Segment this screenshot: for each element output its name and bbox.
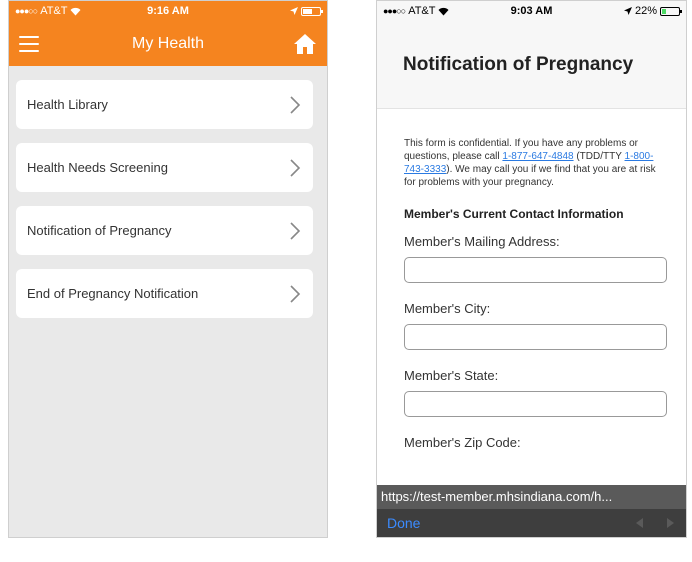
- url-bar[interactable]: https://test-member.mhsindiana.com/h...: [377, 485, 686, 509]
- mailing-address-label: Member's Mailing Address:: [404, 234, 560, 249]
- signal-dots-icon: ●●●○○: [383, 6, 406, 16]
- status-bar: ●●●○○ AT&T 9:16 AM: [9, 1, 327, 21]
- battery-icon: [301, 6, 323, 16]
- zip-code-label: Member's Zip Code:: [404, 435, 521, 450]
- keyboard-toolbar: Done: [377, 509, 686, 537]
- location-arrow-icon: [623, 7, 632, 15]
- menu-item-label: End of Pregnancy Notification: [27, 286, 199, 301]
- form-body: This form is confidential. If you have a…: [377, 109, 686, 450]
- menu-item-end-of-pregnancy-notification[interactable]: End of Pregnancy Notification: [16, 269, 313, 318]
- city-label: Member's City:: [404, 301, 491, 316]
- wifi-icon: [70, 7, 81, 15]
- wifi-icon: [438, 7, 449, 15]
- my-health-screen: ●●●○○ AT&T 9:16 AM My Health Health Libr…: [8, 0, 328, 538]
- form-title: Notification of Pregnancy: [403, 53, 634, 75]
- location-arrow-icon: [290, 7, 298, 15]
- section-heading: Member's Current Contact Information: [404, 207, 624, 221]
- next-arrow-icon[interactable]: [666, 517, 676, 529]
- battery-percent: 22%: [634, 5, 657, 17]
- carrier-label: AT&T: [408, 5, 436, 17]
- chevron-right-icon: [290, 284, 301, 303]
- menu-item-label: Health Library: [27, 97, 108, 112]
- home-icon[interactable]: [293, 32, 317, 56]
- previous-arrow-icon[interactable]: [634, 517, 644, 529]
- page-title: My Health: [131, 34, 205, 52]
- menu-item-label: Health Needs Screening: [27, 160, 168, 175]
- menu-item-notification-of-pregnancy[interactable]: Notification of Pregnancy: [16, 206, 313, 255]
- state-label: Member's State:: [404, 368, 499, 383]
- menu-item-label: Notification of Pregnancy: [27, 223, 172, 238]
- phone-link[interactable]: 1-877-647-4848: [502, 151, 573, 162]
- carrier-info: ●●●○○ AT&T: [383, 5, 449, 17]
- form-header: Notification of Pregnancy: [377, 21, 686, 109]
- carrier-info: ●●●○○ AT&T: [15, 5, 81, 17]
- battery-icon: [660, 6, 682, 16]
- navigation-bar: My Health: [9, 21, 327, 66]
- signal-dots-icon: ●●●○○: [15, 6, 38, 16]
- carrier-label: AT&T: [40, 5, 68, 17]
- city-input[interactable]: [404, 324, 667, 350]
- confidential-notice: This form is confidential. If you have a…: [404, 138, 656, 188]
- state-input[interactable]: [404, 391, 667, 417]
- pregnancy-form-screen: ●●●○○ AT&T 9:03 AM 22% Notification of P…: [376, 0, 687, 538]
- menu-item-health-needs-screening[interactable]: Health Needs Screening: [16, 143, 313, 192]
- menu-item-health-library[interactable]: Health Library: [16, 80, 313, 129]
- status-bar: ●●●○○ AT&T 9:03 AM 22%: [377, 1, 686, 21]
- done-button[interactable]: Done: [387, 515, 420, 531]
- chevron-right-icon: [290, 221, 301, 240]
- chevron-right-icon: [290, 95, 301, 114]
- mailing-address-input[interactable]: [404, 257, 667, 283]
- hamburger-menu-icon[interactable]: [19, 35, 39, 52]
- health-menu-list: Health Library Health Needs Screening No…: [9, 66, 327, 318]
- chevron-right-icon: [290, 158, 301, 177]
